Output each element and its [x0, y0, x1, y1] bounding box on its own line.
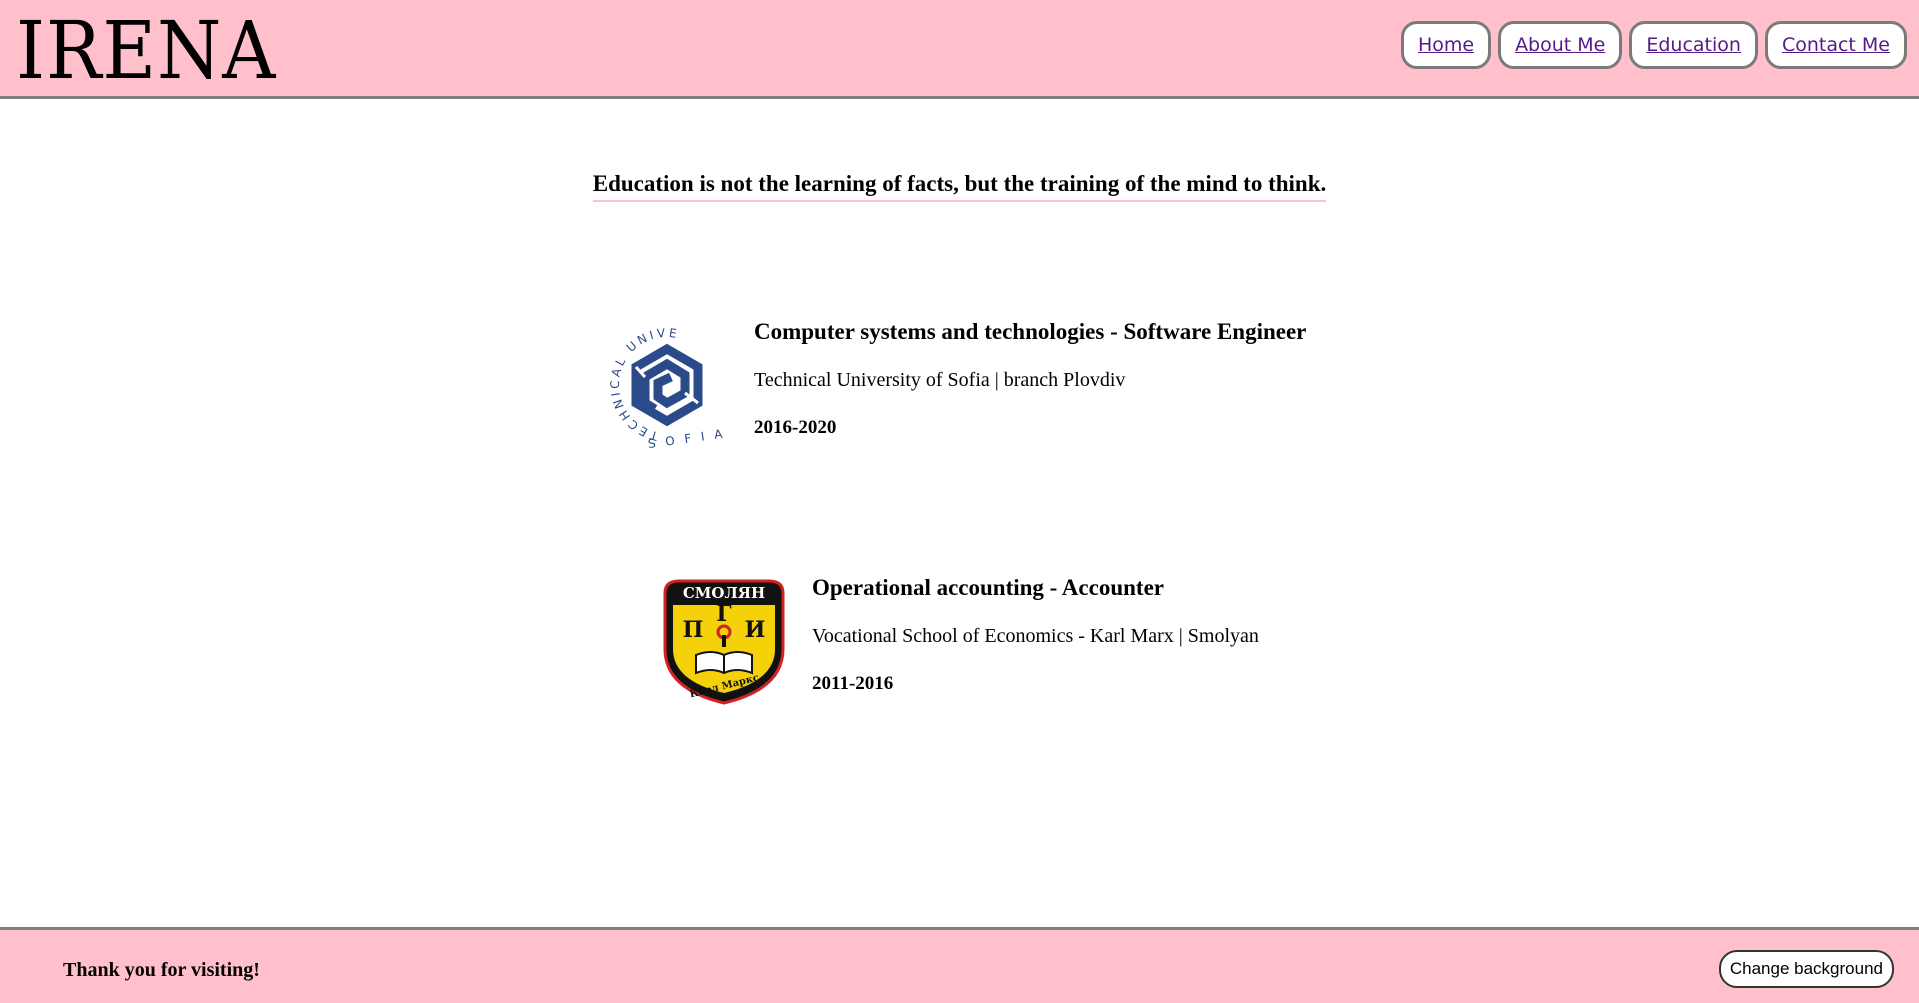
nav-home-link[interactable]: Home — [1400, 21, 1492, 69]
education-school: Technical University of Sofia | branch P… — [754, 369, 1126, 391]
svg-text:СМОЛЯН: СМОЛЯН — [683, 584, 765, 602]
svg-text:И: И — [745, 617, 766, 643]
svg-text:Г: Г — [716, 601, 731, 627]
education-title: Computer systems and technologies - Soft… — [754, 319, 1307, 344]
site-header: IRENA Home About Me Education Contact Me — [0, 0, 1919, 99]
nav-contact-link[interactable]: Contact Me — [1764, 21, 1907, 69]
site-logo: IRENA — [16, 4, 277, 97]
vocational-school-crest-icon: СМОЛЯН Г П И Карл Маркс — [663, 579, 785, 705]
technical-university-logo-icon: TECHNICAL UNIVERSITY S O F I A — [599, 317, 726, 453]
education-years: 2011-2016 — [812, 673, 894, 694]
education-school: Vocational School of Economics - Karl Ma… — [812, 625, 1259, 647]
education-title: Operational accounting - Accounter — [812, 575, 1164, 600]
change-background-button[interactable]: Change background — [1718, 950, 1894, 988]
svg-text:П: П — [683, 617, 704, 643]
nav-about-link[interactable]: About Me — [1498, 21, 1623, 69]
education-item: СМОЛЯН Г П И Карл Маркс Operational acco… — [659, 574, 1259, 707]
education-item: TECHNICAL UNIVERSITY S O F I A Computer … — [599, 317, 1306, 453]
education-quote: Education is not the learning of facts, … — [592, 168, 1327, 202]
education-years: 2016-2020 — [754, 417, 837, 438]
education-details: Operational accounting - Accounter Vocat… — [812, 574, 1259, 696]
site-footer: Thank you for visiting! Change backgroun… — [0, 927, 1919, 1003]
footer-thanks: Thank you for visiting! — [63, 959, 260, 981]
main-nav: Home About Me Education Contact Me — [1400, 21, 1907, 69]
nav-education-link[interactable]: Education — [1629, 21, 1758, 69]
quote-section: Education is not the learning of facts, … — [0, 168, 1919, 202]
education-details: Computer systems and technologies - Soft… — [754, 318, 1306, 440]
